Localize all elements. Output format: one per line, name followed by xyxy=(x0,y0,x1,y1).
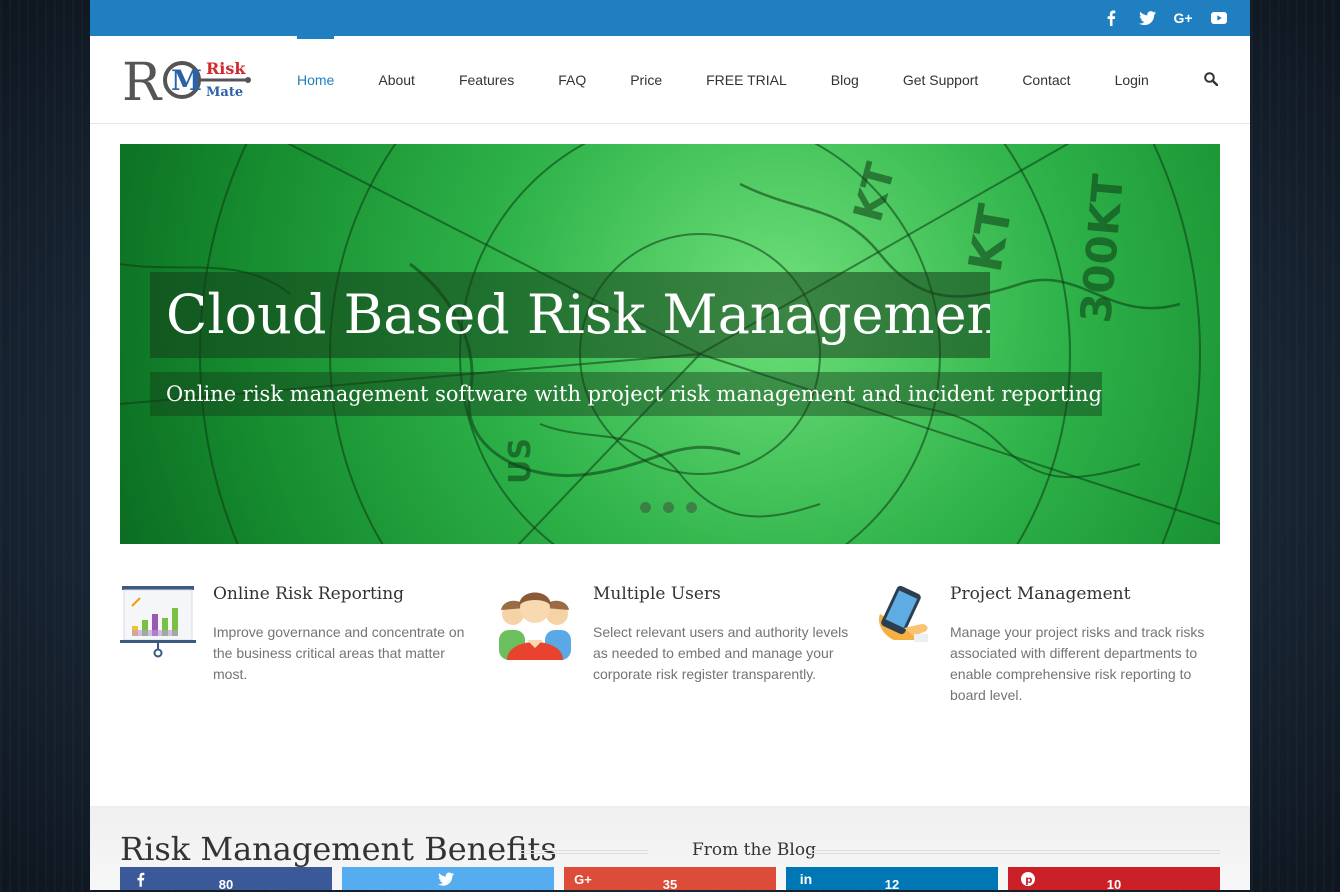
hero-title: Cloud Based Risk Management xyxy=(150,272,990,358)
slider-dot-3[interactable] xyxy=(686,502,697,513)
section-title: Risk Management Benefits xyxy=(120,830,557,868)
feature-title: Project Management xyxy=(950,584,1131,604)
nav-blog[interactable]: Blog xyxy=(809,36,881,124)
top-bar: G+ xyxy=(90,0,1250,36)
chart-board-icon xyxy=(120,584,196,660)
svg-text:Mate: Mate xyxy=(206,85,243,100)
blog-heading: From the Blog xyxy=(692,840,816,860)
svg-text:US: US xyxy=(503,438,538,484)
nav-faq[interactable]: FAQ xyxy=(536,36,608,124)
search-icon[interactable] xyxy=(1204,72,1220,88)
feature-title: Online Risk Reporting xyxy=(213,584,405,604)
nav-free-trial[interactable]: FREE TRIAL xyxy=(684,36,809,124)
site-logo[interactable]: R M Risk Mate xyxy=(122,50,252,113)
svg-text:300KT: 300KT xyxy=(1071,172,1133,325)
title-separator xyxy=(520,850,648,854)
site-header: R M Risk Mate Home About Features FAQ Pr… xyxy=(90,36,1250,124)
page-container: G+ R M Risk Mate Home About Features FAQ… xyxy=(90,0,1250,890)
nav-get-support[interactable]: Get Support xyxy=(881,36,1001,124)
twitter-icon xyxy=(438,871,454,887)
slider-pagination xyxy=(640,502,697,513)
title-separator xyxy=(810,850,1220,854)
feature-title: Multiple Users xyxy=(593,584,721,604)
users-group-icon xyxy=(497,584,573,660)
facebook-icon[interactable] xyxy=(1100,7,1122,29)
nav-price[interactable]: Price xyxy=(608,36,684,124)
svg-text:Risk: Risk xyxy=(206,59,246,78)
slider-dot-2[interactable] xyxy=(663,502,674,513)
share-google-plus-button[interactable]: G+ 35 xyxy=(564,867,776,892)
hero-slider[interactable]: KT KT 300KT US Cloud Based Risk Manageme… xyxy=(120,144,1220,544)
nav-features[interactable]: Features xyxy=(437,36,536,124)
share-pinterest-button[interactable]: p 10 xyxy=(1008,867,1220,892)
svg-text:M: M xyxy=(171,64,202,97)
twitter-icon[interactable] xyxy=(1136,7,1158,29)
nav-home[interactable]: Home xyxy=(275,36,356,124)
google-plus-icon[interactable]: G+ xyxy=(1172,7,1194,29)
share-twitter-button[interactable] xyxy=(342,867,554,890)
social-share-bar: 80 G+ 35 in 12 p 10 xyxy=(120,867,1220,892)
youtube-icon[interactable] xyxy=(1208,7,1230,29)
feature-text: Select relevant users and authority leve… xyxy=(593,624,849,682)
nav-contact[interactable]: Contact xyxy=(1000,36,1092,124)
nav-login[interactable]: Login xyxy=(1093,36,1171,124)
share-linkedin-button[interactable]: in 12 xyxy=(786,867,998,892)
feature-text: Manage your project risks and track risk… xyxy=(950,624,1205,703)
phone-hand-icon xyxy=(874,584,934,660)
svg-text:KT: KT xyxy=(958,200,1023,276)
hero-subtitle: Online risk management software with pro… xyxy=(150,372,1102,416)
main-nav: Home About Features FAQ Price FREE TRIAL… xyxy=(275,36,1171,124)
svg-text:R: R xyxy=(122,53,163,108)
slider-dot-1[interactable] xyxy=(640,502,651,513)
feature-text: Improve governance and concentrate on th… xyxy=(213,624,465,682)
features-section: Online Risk Reporting Improve governance… xyxy=(120,584,1220,784)
share-facebook-button[interactable]: 80 xyxy=(120,867,332,892)
nav-about[interactable]: About xyxy=(356,36,437,124)
